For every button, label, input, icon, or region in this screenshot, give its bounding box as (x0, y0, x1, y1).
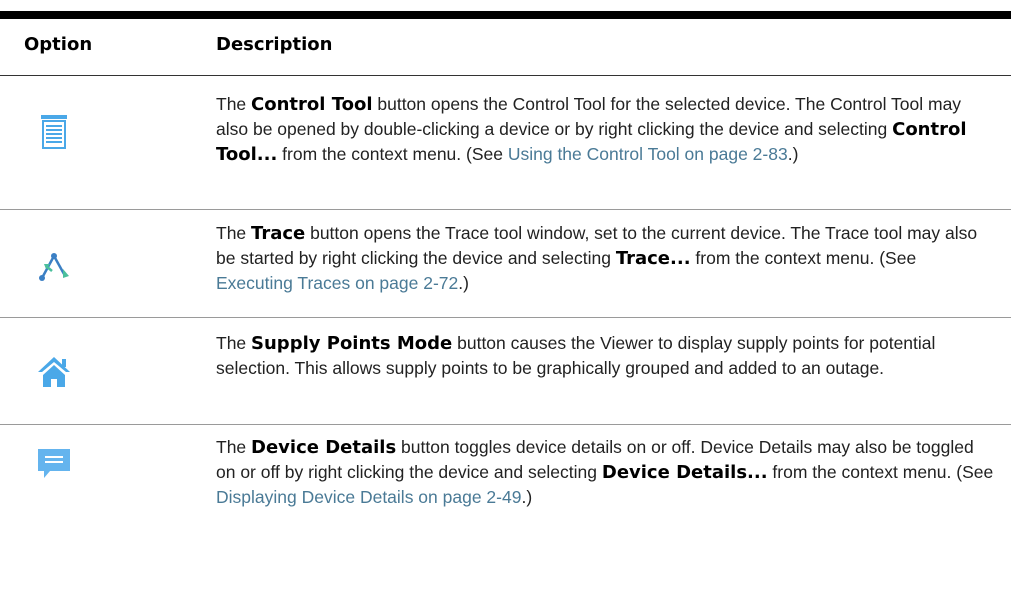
device-details-label: Device Details (251, 437, 397, 458)
trace-link[interactable]: Executing Traces on page 2-72 (216, 273, 458, 293)
row-description: The Supply Points Mode button causes the… (216, 333, 936, 378)
table-row-supply-points: The Supply Points Mode button causes the… (0, 318, 1011, 425)
trace-label: Trace (251, 223, 306, 244)
row-description: The Control Tool button opens the Contro… (216, 94, 967, 165)
table-row-trace: The Trace button opens the Trace tool wi… (0, 210, 1011, 318)
trace-icon[interactable] (36, 248, 72, 284)
description-column-header: Description (216, 34, 333, 55)
control-tool-link[interactable]: Using the Control Tool on page 2-83 (508, 144, 788, 164)
top-rule (0, 11, 1011, 19)
table-row-control-tool: The Control Tool button opens the Contro… (0, 76, 1011, 210)
row-description: The Trace button opens the Trace tool wi… (216, 223, 978, 293)
trace-menu-label: Trace... (615, 248, 691, 269)
device-details-link[interactable]: Displaying Device Details on page 2-49 (216, 487, 521, 507)
control-tool-icon[interactable] (36, 114, 72, 150)
supply-points-label: Supply Points Mode (251, 333, 453, 354)
table-row-device-details: The Device Details button toggles device… (0, 425, 1011, 565)
house-icon[interactable] (36, 354, 72, 390)
table-header: Option Description (0, 19, 1011, 76)
control-tool-label: Control Tool (251, 94, 373, 115)
option-column-header: Option (24, 34, 93, 55)
row-description: The Device Details button toggles device… (216, 437, 994, 507)
speech-bubble-icon[interactable] (36, 447, 72, 483)
device-details-menu-label: Device Details... (601, 462, 768, 483)
